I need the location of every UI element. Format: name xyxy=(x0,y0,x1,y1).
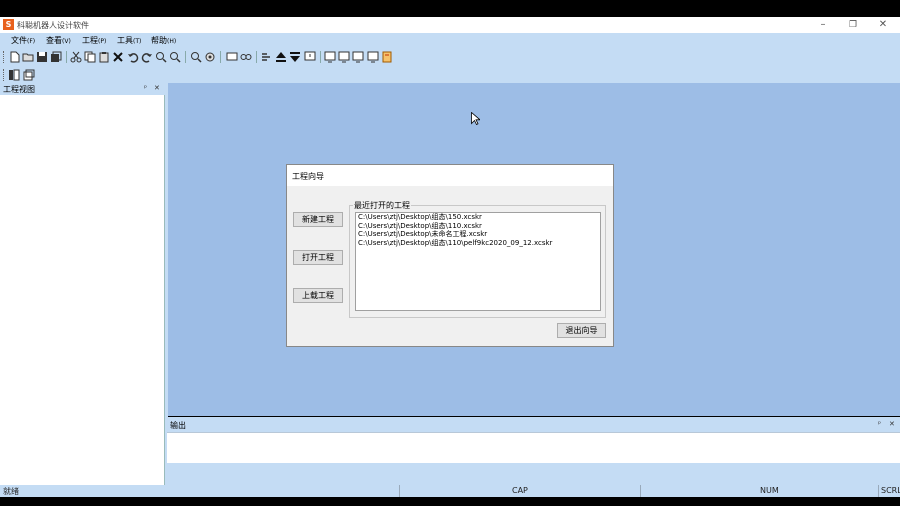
menu-tools[interactable]: 工具(T) xyxy=(117,35,141,46)
menu-view-label: 查看 xyxy=(46,36,62,45)
output-header: 输出 ᵖ ✕ xyxy=(167,419,900,431)
menu-help-label: 帮助 xyxy=(151,36,167,45)
undo-icon[interactable] xyxy=(127,51,139,63)
menu-view-accel: (V) xyxy=(62,38,71,45)
toolbar-grip[interactable] xyxy=(3,69,5,81)
list-item[interactable]: C:\Users\ztj\Desktop\组态\110\pelf9kc2020_… xyxy=(356,239,600,248)
minimize-button[interactable]: – xyxy=(813,18,833,32)
mouse-cursor-icon xyxy=(471,112,480,125)
redo-icon[interactable] xyxy=(141,51,153,63)
menu-tools-label: 工具 xyxy=(117,36,133,45)
new-project-button[interactable]: 新建工程 xyxy=(293,212,343,227)
project-view-panel: 工程视图 ᵖ ✕ xyxy=(0,83,165,485)
menu-project-accel: (P) xyxy=(98,38,107,45)
recent-projects-group: 最近打开的工程 C:\Users\ztj\Desktop\组态\150.xcsk… xyxy=(349,200,606,318)
toolbar-separator xyxy=(220,51,221,63)
copy-icon[interactable] xyxy=(84,51,96,63)
download-icon[interactable] xyxy=(289,51,301,63)
recent-projects-label: 最近打开的工程 xyxy=(353,200,411,211)
status-separator xyxy=(640,485,641,497)
status-scrl: SCRL xyxy=(881,486,900,495)
debug-pause-icon[interactable] xyxy=(367,51,379,63)
save-all-icon[interactable] xyxy=(50,51,62,63)
find-icon[interactable] xyxy=(190,51,202,63)
list-item[interactable]: C:\Users\ztj\Desktop\组态\150.xcskr xyxy=(356,213,600,222)
debug-run-icon[interactable] xyxy=(324,51,336,63)
help-book-icon[interactable] xyxy=(381,51,393,63)
menu-file[interactable]: 文件(F) xyxy=(11,35,35,46)
upload-project-button[interactable]: 上载工程 xyxy=(293,288,343,303)
status-num: NUM xyxy=(760,486,779,495)
compile-icon[interactable] xyxy=(260,51,272,63)
project-view-title: 工程视图 xyxy=(3,85,35,94)
letterbox-top xyxy=(0,0,900,17)
open-project-button[interactable]: 打开工程 xyxy=(293,250,343,265)
exit-wizard-button[interactable]: 退出向导 xyxy=(557,323,606,338)
project-wizard-dialog: 工程向导 新建工程 打开工程 上载工程 最近打开的工程 C:\Users\ztj… xyxy=(286,164,614,347)
app-logo-icon: S xyxy=(3,19,14,30)
monitor-icon[interactable] xyxy=(226,51,238,63)
dialog-title-bar[interactable]: 工程向导 xyxy=(287,165,613,186)
close-button[interactable]: ✕ xyxy=(873,18,893,32)
menu-tools-accel: (T) xyxy=(133,38,142,45)
status-bar: 就绪 CAP NUM SCRL xyxy=(0,485,900,497)
status-separator xyxy=(399,485,400,497)
delete-icon[interactable] xyxy=(112,51,124,63)
new-file-icon[interactable] xyxy=(9,51,21,63)
list-item[interactable]: C:\Users\ztj\Desktop\未命名工程.xcskr xyxy=(356,230,600,239)
toolbar-separator xyxy=(185,51,186,63)
upload-icon[interactable] xyxy=(275,51,287,63)
cut-icon[interactable] xyxy=(70,51,82,63)
secondary-toolbar xyxy=(0,66,900,83)
toolbar-separator xyxy=(66,51,67,63)
list-item[interactable]: C:\Users\ztj\Desktop\组态\110.xcskr xyxy=(356,222,600,231)
save-icon[interactable] xyxy=(36,51,48,63)
debug-step-icon[interactable] xyxy=(338,51,350,63)
menu-help-accel: (H) xyxy=(167,38,177,45)
debug-stop-icon[interactable] xyxy=(352,51,364,63)
menu-view[interactable]: 查看(V) xyxy=(46,35,71,46)
paste-icon[interactable] xyxy=(98,51,110,63)
letterbox-bottom xyxy=(0,497,900,506)
menu-file-label: 文件 xyxy=(11,36,27,45)
output-title: 输出 xyxy=(170,421,186,430)
status-separator xyxy=(878,485,879,497)
menu-bar: 文件(F) 查看(V) 工程(P) 工具(T) 帮助(H) xyxy=(0,33,900,48)
screen: S 科聪机器人设计软件 – ❐ ✕ 文件(F) 查看(V) 工程(P) 工具(T… xyxy=(0,0,900,506)
status-ready: 就绪 xyxy=(3,487,19,496)
recent-projects-list[interactable]: C:\Users\ztj\Desktop\组态\150.xcskr C:\Use… xyxy=(355,212,601,311)
output-body[interactable] xyxy=(167,432,900,463)
close-pane-icon[interactable]: ✕ xyxy=(889,420,895,428)
window-title: 科聪机器人设计软件 xyxy=(17,21,89,30)
output-panel: 输出 ᵖ ✕ xyxy=(167,417,900,485)
menu-file-accel: (F) xyxy=(27,38,36,45)
title-bar: S 科聪机器人设计软件 – ❐ ✕ xyxy=(0,17,900,33)
pin-icon[interactable]: ᵖ xyxy=(144,84,147,92)
main-toolbar xyxy=(0,48,900,66)
toolbar-separator xyxy=(256,51,257,63)
toolbar-grip[interactable] xyxy=(3,51,5,63)
panel-layout-icon[interactable] xyxy=(8,69,20,81)
toolbar-separator xyxy=(320,51,321,63)
glasses-icon[interactable] xyxy=(240,51,252,63)
find-replace-icon[interactable] xyxy=(204,51,216,63)
info-icon[interactable] xyxy=(304,51,316,63)
pin-icon[interactable]: ᵖ xyxy=(878,420,881,428)
close-pane-icon[interactable]: ✕ xyxy=(154,84,160,92)
open-folder-icon[interactable] xyxy=(22,51,34,63)
window-layout-icon[interactable] xyxy=(23,69,35,81)
menu-project[interactable]: 工程(P) xyxy=(82,35,106,46)
menu-project-label: 工程 xyxy=(82,36,98,45)
zoom-in-icon[interactable] xyxy=(155,51,167,63)
project-view-header: 工程视图 ᵖ ✕ xyxy=(0,83,165,95)
restore-button[interactable]: ❐ xyxy=(843,18,863,32)
status-cap: CAP xyxy=(512,486,528,495)
dialog-title: 工程向导 xyxy=(292,172,324,181)
menu-help[interactable]: 帮助(H) xyxy=(151,35,176,46)
zoom-out-icon[interactable] xyxy=(169,51,181,63)
